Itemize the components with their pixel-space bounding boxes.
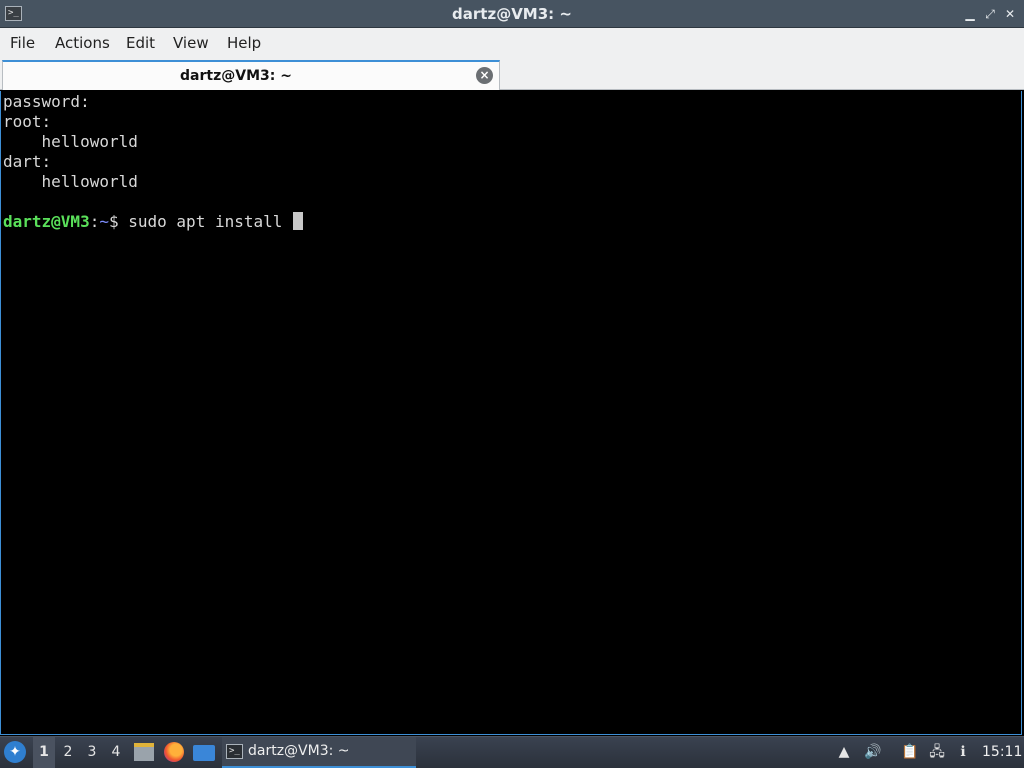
restore-icon[interactable]: ⤢ [982,6,998,22]
menu-help[interactable]: Help [227,28,261,58]
close-icon[interactable]: ✕ [1002,6,1018,22]
terminal-window: >_ dartz@VM3: ~ ▁ ⤢ ✕ File Actions Edit … [0,0,1024,736]
terminal-line: password: [3,92,90,111]
terminal-line: root: [3,112,52,131]
workspace-2[interactable]: 2 [57,737,79,768]
menu-edit[interactable]: Edit [126,28,155,58]
title-bar[interactable]: >_ dartz@VM3: ~ ▁ ⤢ ✕ [0,0,1024,28]
workspace-4[interactable]: 4 [105,737,127,768]
task-label: dartz@VM3: ~ [248,743,350,759]
tab-label: dartz@VM3: ~ [180,68,292,84]
close-circle-icon[interactable]: × [476,67,493,84]
update-icon[interactable]: ℹ [955,744,971,760]
network-icon[interactable]: 🖧 [929,744,945,760]
prompt-command: sudo apt install [118,212,293,231]
notification-icon[interactable]: ▲ [836,744,852,760]
terminal-icon: >_ [226,744,243,759]
task-button-terminal[interactable]: >_ dartz@VM3: ~ [222,737,416,768]
menu-view[interactable]: View [173,28,209,58]
minimize-icon[interactable]: ▁ [962,6,978,22]
clipboard-icon[interactable]: 📋 [901,744,918,760]
text-cursor [293,212,304,230]
tab-bar: dartz@VM3: ~ × [0,58,1024,90]
terminal-line: dart: [3,152,52,171]
tab-terminal[interactable]: dartz@VM3: ~ × [2,60,500,90]
prompt-user-host: dartz@VM3 [3,212,90,231]
window-title: dartz@VM3: ~ [452,5,572,23]
prompt-symbol: $ [108,212,119,231]
start-menu-icon[interactable]: ✦ [4,741,26,763]
workspace-1[interactable]: 1 [33,737,55,768]
prompt-separator: : [89,212,100,231]
menu-bar: File Actions Edit View Help [0,28,1024,58]
clock[interactable]: 15:11 [982,737,1022,768]
terminal-output[interactable]: password: root: helloworld dart: hellowo… [0,91,1022,735]
workspace-3[interactable]: 3 [81,737,103,768]
taskbar: ✦ 1 2 3 4 >_ dartz@VM3: ~ ▲ 🔊 📋 🖧 ℹ 15:1… [0,736,1024,768]
terminal-line: helloworld [3,172,138,191]
menu-actions[interactable]: Actions [55,28,110,58]
terminal-line: helloworld [3,132,138,151]
volume-icon[interactable]: 🔊 [864,744,881,760]
prompt-line[interactable]: dartz@VM3:~$ sudo apt install [3,212,1021,232]
firefox-icon[interactable] [164,742,184,762]
prompt-path: ~ [99,212,109,231]
file-manager-icon[interactable] [134,743,154,761]
show-desktop-icon[interactable] [193,745,215,761]
menu-file[interactable]: File [10,28,35,58]
